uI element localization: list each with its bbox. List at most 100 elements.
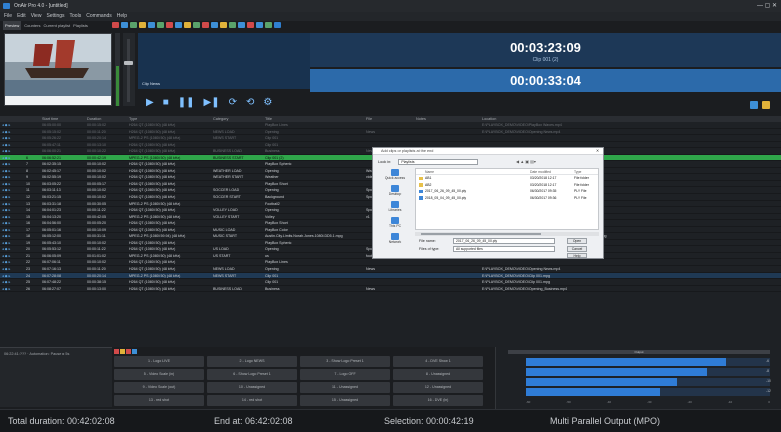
toolbar-tool-icon[interactable] <box>256 22 263 28</box>
toolbar-tool-icon[interactable] <box>265 22 272 28</box>
pad-tool-icon[interactable] <box>114 349 119 354</box>
toolbar-tool-icon[interactable] <box>202 22 209 28</box>
rewind-icon[interactable]: ⟲ <box>246 96 254 110</box>
menu-settings[interactable]: Settings <box>46 12 64 21</box>
elapsed-time: 00:03:23:09 <box>510 40 581 55</box>
gpi-pad-button[interactable]: 14 - red shot <box>207 395 297 406</box>
file-list-scrollbar[interactable] <box>415 232 599 236</box>
toolbar-tool-icon[interactable] <box>193 22 200 28</box>
menu-view[interactable]: View <box>31 12 42 21</box>
gpi-pad-button[interactable]: 9 - Video Scale (out) <box>114 382 204 393</box>
place-quick-access[interactable]: Quick access <box>377 168 413 184</box>
gpi-pad-button[interactable]: 13 - red shot <box>114 395 204 406</box>
elapsed-counter: 00:03:23:09 Clip 001 (2) <box>310 33 781 67</box>
toolbar-tool-icon[interactable] <box>247 22 254 28</box>
tab-current-playlist[interactable]: Current playlist <box>43 21 70 30</box>
tab-preview[interactable]: Preview <box>3 21 22 30</box>
toolbar-tool-icon[interactable] <box>148 22 155 28</box>
toolbar-tool-icon[interactable] <box>139 22 146 28</box>
place-label: Quick access <box>384 176 406 180</box>
volume-slider[interactable] <box>123 33 135 106</box>
toolbar-tool-icon[interactable] <box>112 22 119 28</box>
toolbar-tool-icon[interactable] <box>229 22 236 28</box>
preview-image <box>5 34 111 105</box>
toolbar-tool-icon[interactable] <box>211 22 218 28</box>
gpi-pads: 1 - Logo LIVE 2 - Logo NEWS 3 - Show Logo … <box>114 356 487 407</box>
gpi-pad-button[interactable]: 12 - Unassigned <box>393 382 483 393</box>
volume-track <box>127 39 130 102</box>
menu-file[interactable]: File <box>4 12 12 21</box>
automation-status: 06:22:41:??? · Automation: Pause ▸ 5s <box>4 352 70 356</box>
help-button[interactable]: Help <box>567 253 587 258</box>
toolbar-tool-icon[interactable] <box>121 22 128 28</box>
scrollbar-thumb[interactable] <box>421 233 541 235</box>
open-button[interactable]: Open <box>567 238 587 244</box>
toolbar-tool-icon[interactable] <box>238 22 245 28</box>
stop-icon[interactable]: ■ <box>163 96 169 110</box>
place-libraries[interactable]: Libraries <box>377 200 413 216</box>
tab-counters[interactable]: Counters <box>24 21 40 30</box>
place-desktop[interactable]: Desktop <box>377 184 413 200</box>
gpi-pad-button[interactable]: 10 - Unassigned <box>207 382 297 393</box>
toolbar-tool-icon[interactable] <box>220 22 227 28</box>
pad-tool-icon[interactable] <box>132 349 137 354</box>
place-icon <box>391 233 399 240</box>
toolbar-tool-icon[interactable] <box>130 22 137 28</box>
gpi-pad-button[interactable]: 1 - Logo LIVE <box>114 356 204 367</box>
tab-playlists[interactable]: Playlists <box>73 21 88 30</box>
monitor-icon[interactable] <box>750 101 758 109</box>
toolbar-tool-icon[interactable] <box>166 22 173 28</box>
toolbar <box>112 22 281 30</box>
gpi-pad-button[interactable]: 4 - DVE Show 1 <box>393 356 483 367</box>
gpi-pad-button[interactable]: 7 - Logo OFF <box>300 369 390 380</box>
menu-help[interactable]: Help <box>117 12 127 21</box>
settings-icon[interactable] <box>762 101 770 109</box>
pad-tool-icon[interactable] <box>126 349 131 354</box>
folder-icon <box>419 183 423 187</box>
scale-tick: -40 <box>606 400 612 404</box>
toolbar-tool-icon[interactable] <box>157 22 164 28</box>
table-row[interactable]: ◂ ◆ ▸ 26 06:08:27:07 00:00:13:00 H264 QT (10… <box>0 286 781 293</box>
play-icon[interactable]: ▶ <box>146 96 154 110</box>
look-in-select[interactable]: Playlists <box>398 159 479 165</box>
file-type-select[interactable]: All supported files <box>453 246 555 252</box>
pad-tool-icon[interactable] <box>120 349 125 354</box>
row-status-icons[interactable]: ◂ ◆ ▸ <box>2 286 26 293</box>
gpi-pad-button[interactable]: 5 - Video Scale (in) <box>114 369 204 380</box>
gpi-pad-button[interactable]: 8 - Unassigned <box>393 369 483 380</box>
pause-icon[interactable]: ❚❚ <box>178 96 195 110</box>
menu-commands[interactable]: Commands <box>86 12 112 21</box>
window-controls[interactable]: — ▢ ✕ <box>757 0 777 12</box>
settings-gear-icon[interactable]: ⚙ <box>263 96 272 110</box>
video-preview <box>4 33 112 106</box>
output-level-bar <box>526 378 770 386</box>
output-level-fill <box>526 358 727 366</box>
volume-handle[interactable] <box>124 61 133 65</box>
look-in-label: Look in: <box>378 160 392 164</box>
place-label: This PC <box>388 224 402 228</box>
menu-tools[interactable]: Tools <box>70 12 82 21</box>
menu-edit[interactable]: Edit <box>17 12 26 21</box>
play-next-icon[interactable]: ▶❚ <box>204 96 220 110</box>
gpi-pad-button[interactable]: 16 - DVE (in) <box>393 395 483 406</box>
toolbar-tool-icon[interactable] <box>175 22 182 28</box>
place-network[interactable]: Network <box>377 232 413 248</box>
place-this-pc[interactable]: This PC <box>377 216 413 232</box>
places-bar: Quick access Desktop Libraries This PC Netwo… <box>377 168 413 244</box>
file-row[interactable]: 2018_05_04_09_45_00.ply 06/30/2017 09:36 P… <box>416 195 598 202</box>
gpi-pad-button[interactable]: 6 - Show Logo Preset 1 <box>207 369 297 380</box>
cancel-button[interactable]: Cancel <box>567 246 587 252</box>
loop-icon[interactable]: ⟳ <box>229 96 237 110</box>
toolbar-tool-icon[interactable] <box>184 22 191 28</box>
gpi-pad-button[interactable]: 2 - Logo NEWS <box>207 356 297 367</box>
dialog-close-icon[interactable]: ✕ <box>596 148 599 155</box>
output-level-fill <box>526 378 678 386</box>
gpi-pad-button[interactable]: 15 - Unassigned <box>300 395 390 406</box>
open-file-dialog: Add clips or playlists at the end ✕ Look… <box>372 147 604 259</box>
gpi-pad-button[interactable]: 3 - Show Logo Preset 1 <box>300 356 390 367</box>
file-name-field[interactable]: 2017_06_26_09_45_00.ply <box>453 238 555 244</box>
dialog-nav-icons[interactable]: ◀ ▲ ▣ ▤▾ <box>516 159 536 164</box>
gpi-pad-button[interactable]: 11 - Unassigned <box>300 382 390 393</box>
toolbar-tool-icon[interactable] <box>274 22 281 28</box>
scale-tick: 0 <box>768 400 770 404</box>
